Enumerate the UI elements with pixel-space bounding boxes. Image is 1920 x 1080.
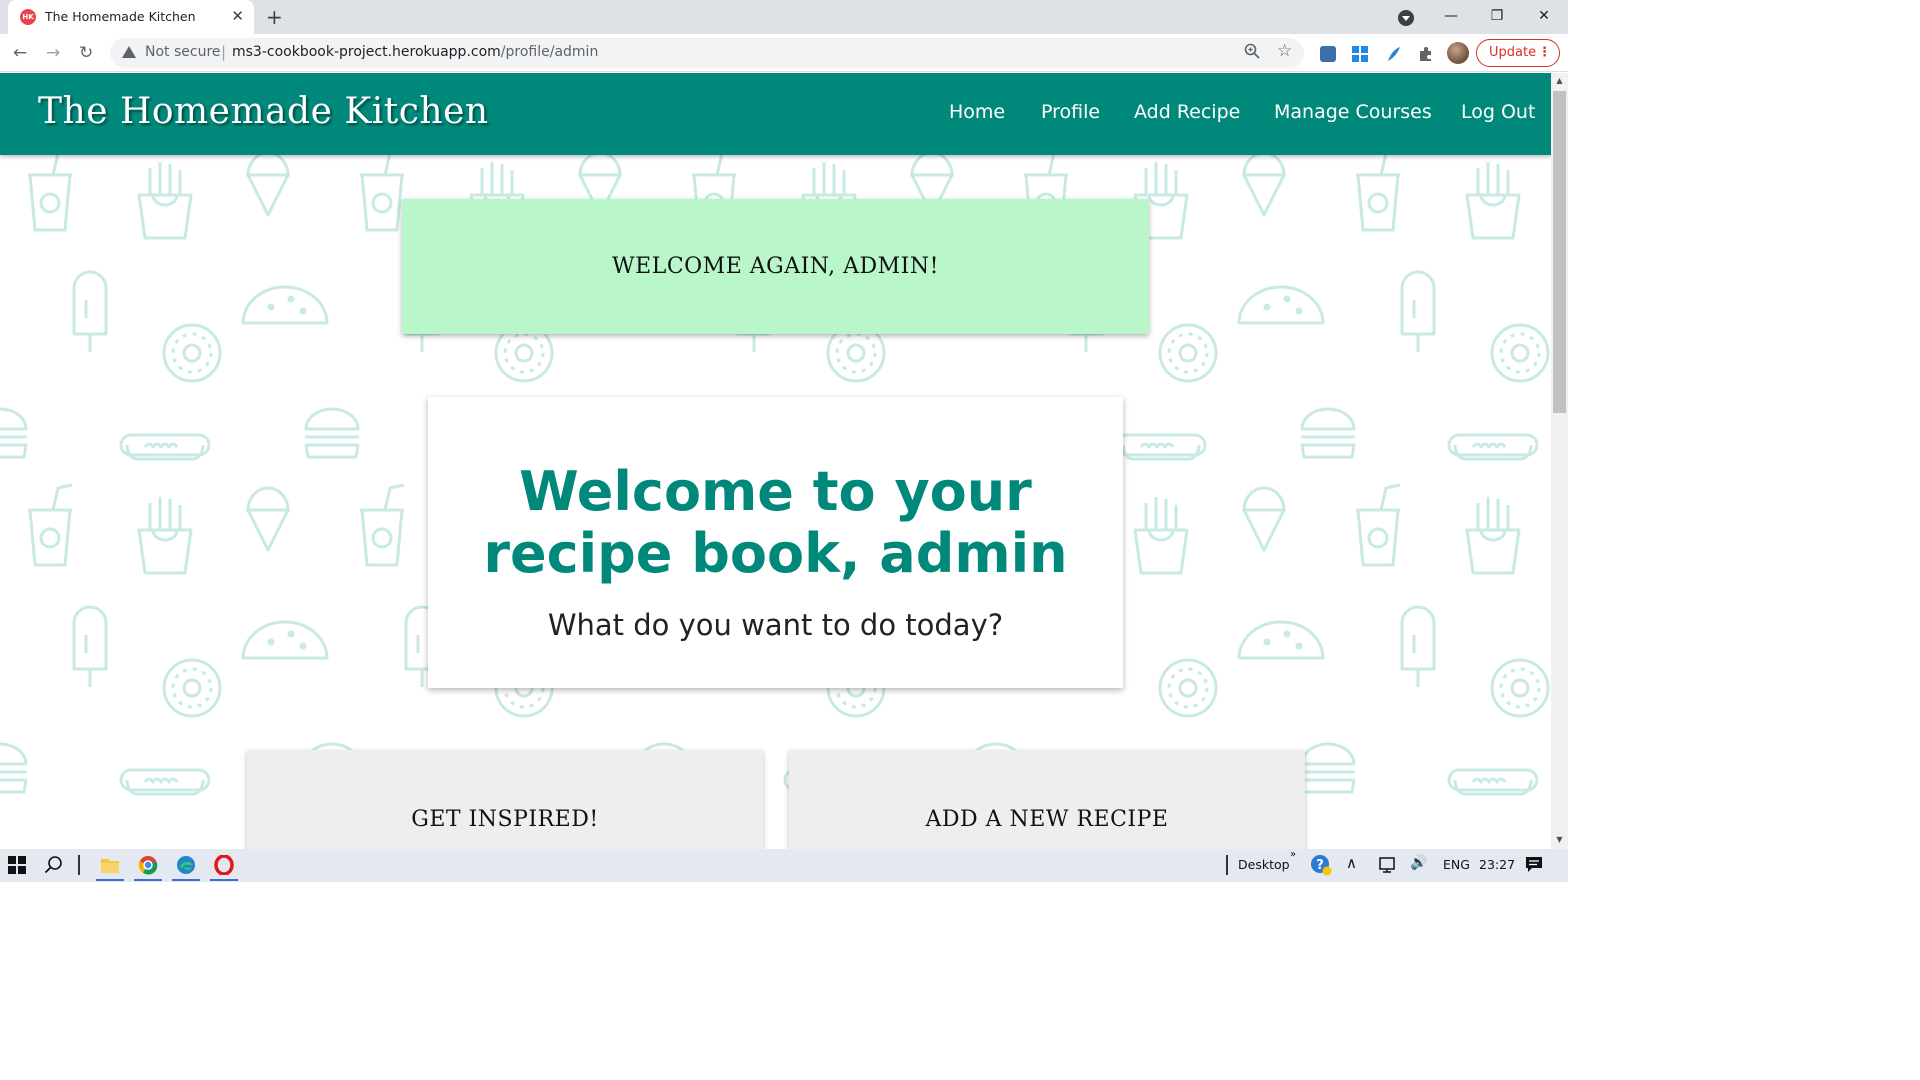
- feather-extension-icon[interactable]: [1385, 46, 1401, 62]
- site-navbar: The Homemade Kitchen Home Profile Add Re…: [0, 73, 1551, 155]
- network-icon[interactable]: [1378, 856, 1402, 880]
- clock[interactable]: 23:27: [1479, 857, 1515, 872]
- pattern-row-c2: [0, 742, 1539, 796]
- brand-logo[interactable]: The Homemade Kitchen: [38, 91, 489, 132]
- opera-icon[interactable]: [214, 854, 238, 879]
- address-bar[interactable]: Not secure | ms3-cookbook-project.heroku…: [110, 38, 1304, 68]
- language-indicator[interactable]: ENG: [1443, 857, 1470, 872]
- taskbar-divider: [78, 855, 80, 875]
- scroll-up-icon[interactable]: ▲: [1551, 76, 1568, 85]
- active-app-indicator: [210, 879, 238, 881]
- scroll-thumb[interactable]: [1553, 91, 1566, 413]
- url-text[interactable]: ms3-cookbook-project.herokuapp.com/profi…: [232, 44, 598, 60]
- reload-icon[interactable]: ↻: [79, 41, 93, 65]
- welcome-banner-text: WELCOME AGAIN, ADMIN!: [612, 254, 939, 279]
- update-label: Update: [1489, 45, 1537, 60]
- update-button[interactable]: Update ⋮: [1476, 39, 1560, 67]
- hero-card: Welcome to your recipe book, admin What …: [428, 397, 1123, 688]
- welcome-banner: WELCOME AGAIN, ADMIN!: [402, 199, 1149, 334]
- extension-icon[interactable]: [1320, 46, 1336, 62]
- page-viewport: The Homemade Kitchen Home Profile Add Re…: [0, 73, 1551, 849]
- extensions-puzzle-icon[interactable]: [1418, 46, 1434, 62]
- browser-tab[interactable]: HK The Homemade Kitchen ✕: [8, 0, 254, 34]
- notifications-icon[interactable]: [1525, 856, 1549, 880]
- browser-tabstrip: HK The Homemade Kitchen ✕ + — ❐ ✕: [0, 0, 1568, 34]
- url-path: /profile/admin: [500, 44, 599, 60]
- forward-arrow-icon[interactable]: →: [46, 41, 60, 65]
- url-host: ms3-cookbook-project.herokuapp.com: [232, 44, 501, 60]
- page-title: Welcome to your recipe book, admin: [483, 460, 1068, 585]
- bookmark-star-icon[interactable]: ☆: [1277, 41, 1292, 61]
- zoom-icon[interactable]: [1244, 43, 1260, 63]
- browser-toolbar: ← → ↻ Not secure | ms3-cookbook-project.…: [0, 34, 1568, 72]
- site-favicon-icon: HK: [20, 9, 36, 25]
- get-inspired-card[interactable]: GET INSPIRED!: [247, 750, 763, 849]
- window-close-icon[interactable]: ✕: [1529, 4, 1559, 28]
- help-icon[interactable]: ?: [1310, 854, 1334, 878]
- page-scrollbar[interactable]: ▲ ▼: [1551, 73, 1568, 849]
- restore-icon[interactable]: ❐: [1482, 4, 1512, 28]
- toolbar-overflow-icon[interactable]: »: [1290, 849, 1296, 860]
- nav-manage-courses-link[interactable]: Manage Courses: [1274, 101, 1432, 123]
- card-title: ADD A NEW RECIPE: [925, 807, 1169, 832]
- nav-add-recipe-link[interactable]: Add Recipe: [1134, 101, 1240, 123]
- tab-title: The Homemade Kitchen: [45, 9, 196, 24]
- windows-start-icon[interactable]: [8, 856, 32, 880]
- windows-taskbar: Desktop » ? ∧ 🔊 ENG 23:27: [0, 849, 1568, 882]
- chevron-up-icon[interactable]: ∧: [1346, 854, 1357, 872]
- url-separator: |: [221, 43, 227, 61]
- warning-triangle-icon[interactable]: [122, 46, 136, 58]
- active-app-indicator: [96, 879, 124, 881]
- active-app-indicator: [172, 879, 200, 881]
- nav-profile-link[interactable]: Profile: [1041, 101, 1100, 123]
- active-app-indicator: [134, 879, 162, 881]
- minimize-icon[interactable]: —: [1436, 4, 1466, 28]
- avatar[interactable]: [1447, 42, 1469, 64]
- file-explorer-icon[interactable]: [100, 856, 124, 880]
- page-subtitle: What do you want to do today?: [547, 608, 1004, 642]
- search-icon[interactable]: [44, 855, 68, 879]
- taskbar-divider: [1226, 855, 1228, 875]
- windows-extension-icon[interactable]: [1352, 46, 1368, 62]
- scroll-down-icon[interactable]: ▼: [1551, 835, 1568, 844]
- back-arrow-icon[interactable]: ←: [13, 41, 27, 65]
- volume-icon[interactable]: 🔊: [1410, 855, 1427, 871]
- edge-icon[interactable]: [176, 855, 200, 879]
- nav-home-link[interactable]: Home: [949, 101, 1005, 123]
- new-tab-icon[interactable]: +: [266, 5, 283, 29]
- security-label[interactable]: Not secure: [145, 44, 221, 60]
- tab-search-icon[interactable]: [1398, 10, 1414, 26]
- more-menu-icon: ⋮: [1538, 45, 1551, 60]
- chrome-icon[interactable]: [138, 855, 162, 879]
- desktop-toolbar-label[interactable]: Desktop: [1238, 857, 1290, 872]
- tab-close-icon[interactable]: ✕: [231, 7, 244, 25]
- add-new-recipe-card[interactable]: ADD A NEW RECIPE: [789, 750, 1305, 849]
- nav-log-out-link[interactable]: Log Out: [1461, 101, 1535, 123]
- card-title: GET INSPIRED!: [411, 807, 599, 832]
